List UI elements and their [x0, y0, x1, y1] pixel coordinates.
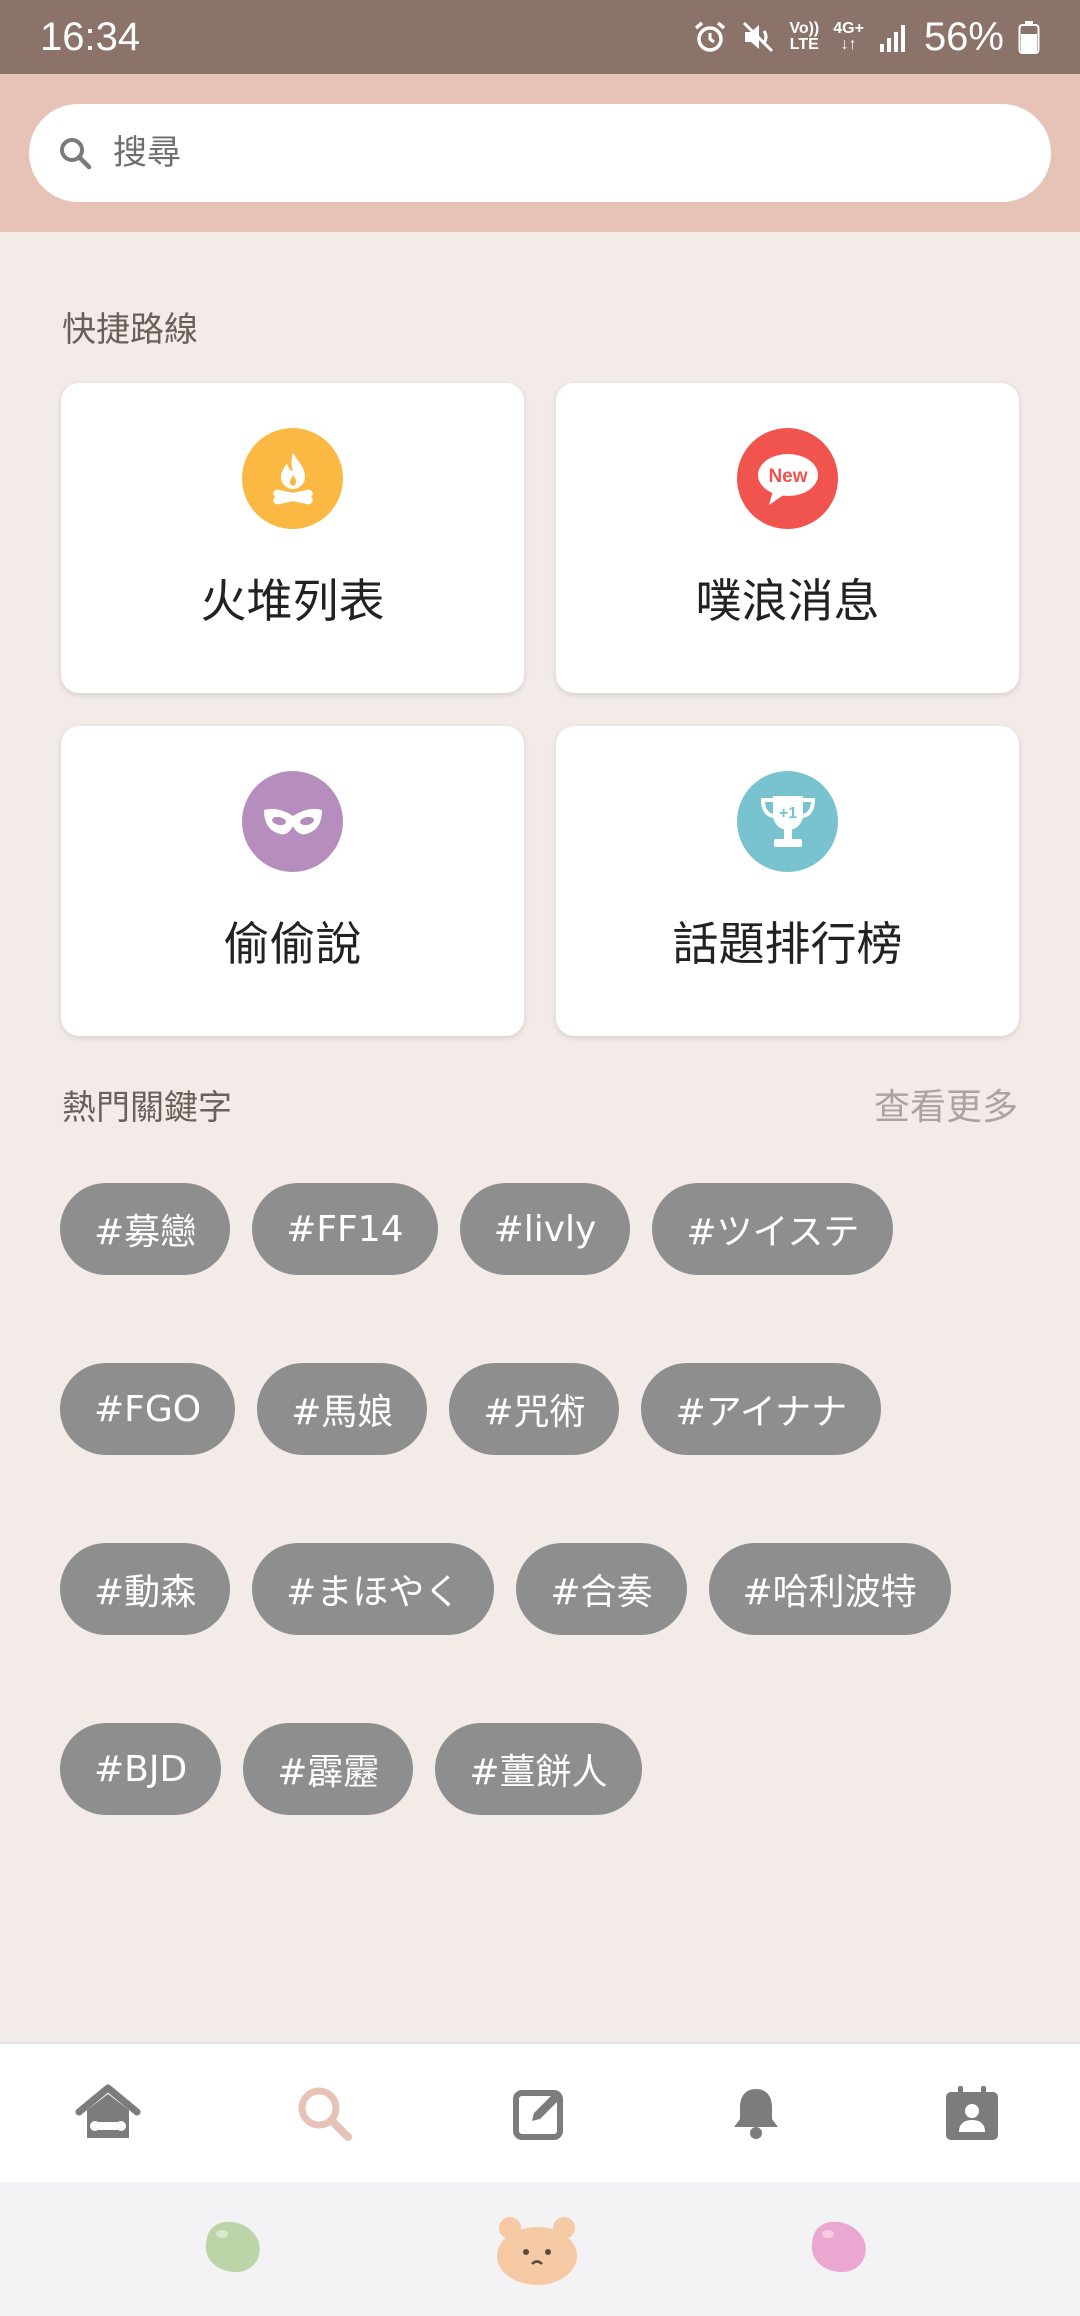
keyword-tag[interactable]: #動森 — [60, 1543, 231, 1635]
hot-keywords-title: 熱門關鍵字 — [62, 1088, 232, 1128]
keyword-tag[interactable]: #ツイステ — [652, 1183, 894, 1275]
keyword-tag[interactable]: #BJD — [60, 1723, 222, 1815]
status-icons: Vo)) LTE 4G+ ↓↑ 56% — [693, 15, 1040, 60]
bean-bar — [0, 2182, 1080, 2316]
shortcut-secret-talk[interactable]: 偷偷說 — [61, 726, 524, 1036]
keyword-tag[interactable]: #咒術 — [449, 1363, 620, 1455]
status-time: 16:34 — [40, 14, 141, 59]
compose-icon — [513, 2090, 563, 2140]
home-icon — [75, 2084, 141, 2138]
campfire-icon — [242, 428, 343, 529]
alarm-icon — [695, 21, 726, 52]
shortcut-label: 話題排行榜 — [672, 917, 903, 971]
keyword-tag[interactable]: #募戀 — [60, 1183, 231, 1275]
nav-profile[interactable] — [912, 2053, 1032, 2173]
keyword-tag[interactable]: #薑餅人 — [435, 1723, 642, 1815]
shortcut-plurk-news[interactable]: New 噗浪消息 — [556, 383, 1019, 693]
new-badge: New — [768, 466, 807, 487]
bear-face-icon[interactable] — [494, 2214, 580, 2286]
bell-icon — [734, 2089, 778, 2139]
mute-icon — [743, 21, 774, 53]
keyword-tag[interactable]: #FGO — [60, 1363, 236, 1455]
nav-compose[interactable] — [480, 2053, 600, 2173]
keyword-tags: #募戀 #FF14 #livly #ツイステ #FGO #馬娘 #咒術 #アイナ… — [60, 1183, 1040, 1815]
see-more-link[interactable]: 查看更多 — [874, 1078, 1018, 1130]
trophy-icon: +1 — [737, 771, 838, 872]
search-header — [0, 74, 1080, 232]
bottom-nav — [0, 2042, 1080, 2182]
battery-percent: 56% — [923, 14, 1004, 59]
keyword-tag[interactable]: #哈利波特 — [708, 1543, 951, 1635]
shortcuts-title: 快捷路線 — [62, 310, 198, 350]
keyword-tag[interactable]: #FF14 — [252, 1183, 438, 1275]
shortcut-campfire-list[interactable]: 火堆列表 — [61, 383, 524, 693]
shortcut-label: 噗浪消息 — [695, 574, 880, 628]
new-message-icon: New — [737, 428, 838, 529]
signal-icon — [879, 25, 905, 52]
search-bar[interactable] — [29, 104, 1051, 202]
keyword-tag[interactable]: #まほやく — [252, 1543, 495, 1635]
volte-indicator: Vo)) LTE — [789, 20, 820, 53]
search-icon — [60, 138, 92, 170]
search-input[interactable] — [113, 133, 1013, 173]
keyword-tag[interactable]: #霹靂 — [243, 1723, 414, 1815]
mask-icon — [242, 771, 343, 872]
green-bean-icon[interactable] — [202, 2218, 264, 2276]
nav-notifications[interactable] — [696, 2053, 816, 2173]
keyword-tag[interactable]: #馬娘 — [257, 1363, 428, 1455]
keyword-tag[interactable]: #アイナナ — [641, 1363, 882, 1455]
keyword-tag[interactable]: #合奏 — [516, 1543, 687, 1635]
shortcut-label: 火堆列表 — [200, 574, 385, 628]
profile-icon — [946, 2086, 998, 2140]
battery-icon — [1018, 21, 1040, 54]
pink-bean-icon[interactable] — [808, 2218, 870, 2276]
status-bar: 16:34 Vo)) LTE 4G+ ↓↑ 56% — [0, 0, 1080, 74]
shortcut-label: 偷偷說 — [223, 917, 362, 971]
plus-one-badge: +1 — [778, 805, 796, 822]
nav-home[interactable] — [48, 2053, 168, 2173]
nav-search[interactable] — [264, 2053, 384, 2173]
keyword-tag[interactable]: #livly — [459, 1183, 631, 1275]
shortcut-topic-ranking[interactable]: +1 話題排行榜 — [556, 726, 1019, 1036]
network-indicator: 4G+ ↓↑ — [833, 20, 864, 53]
search-icon — [298, 2087, 352, 2141]
